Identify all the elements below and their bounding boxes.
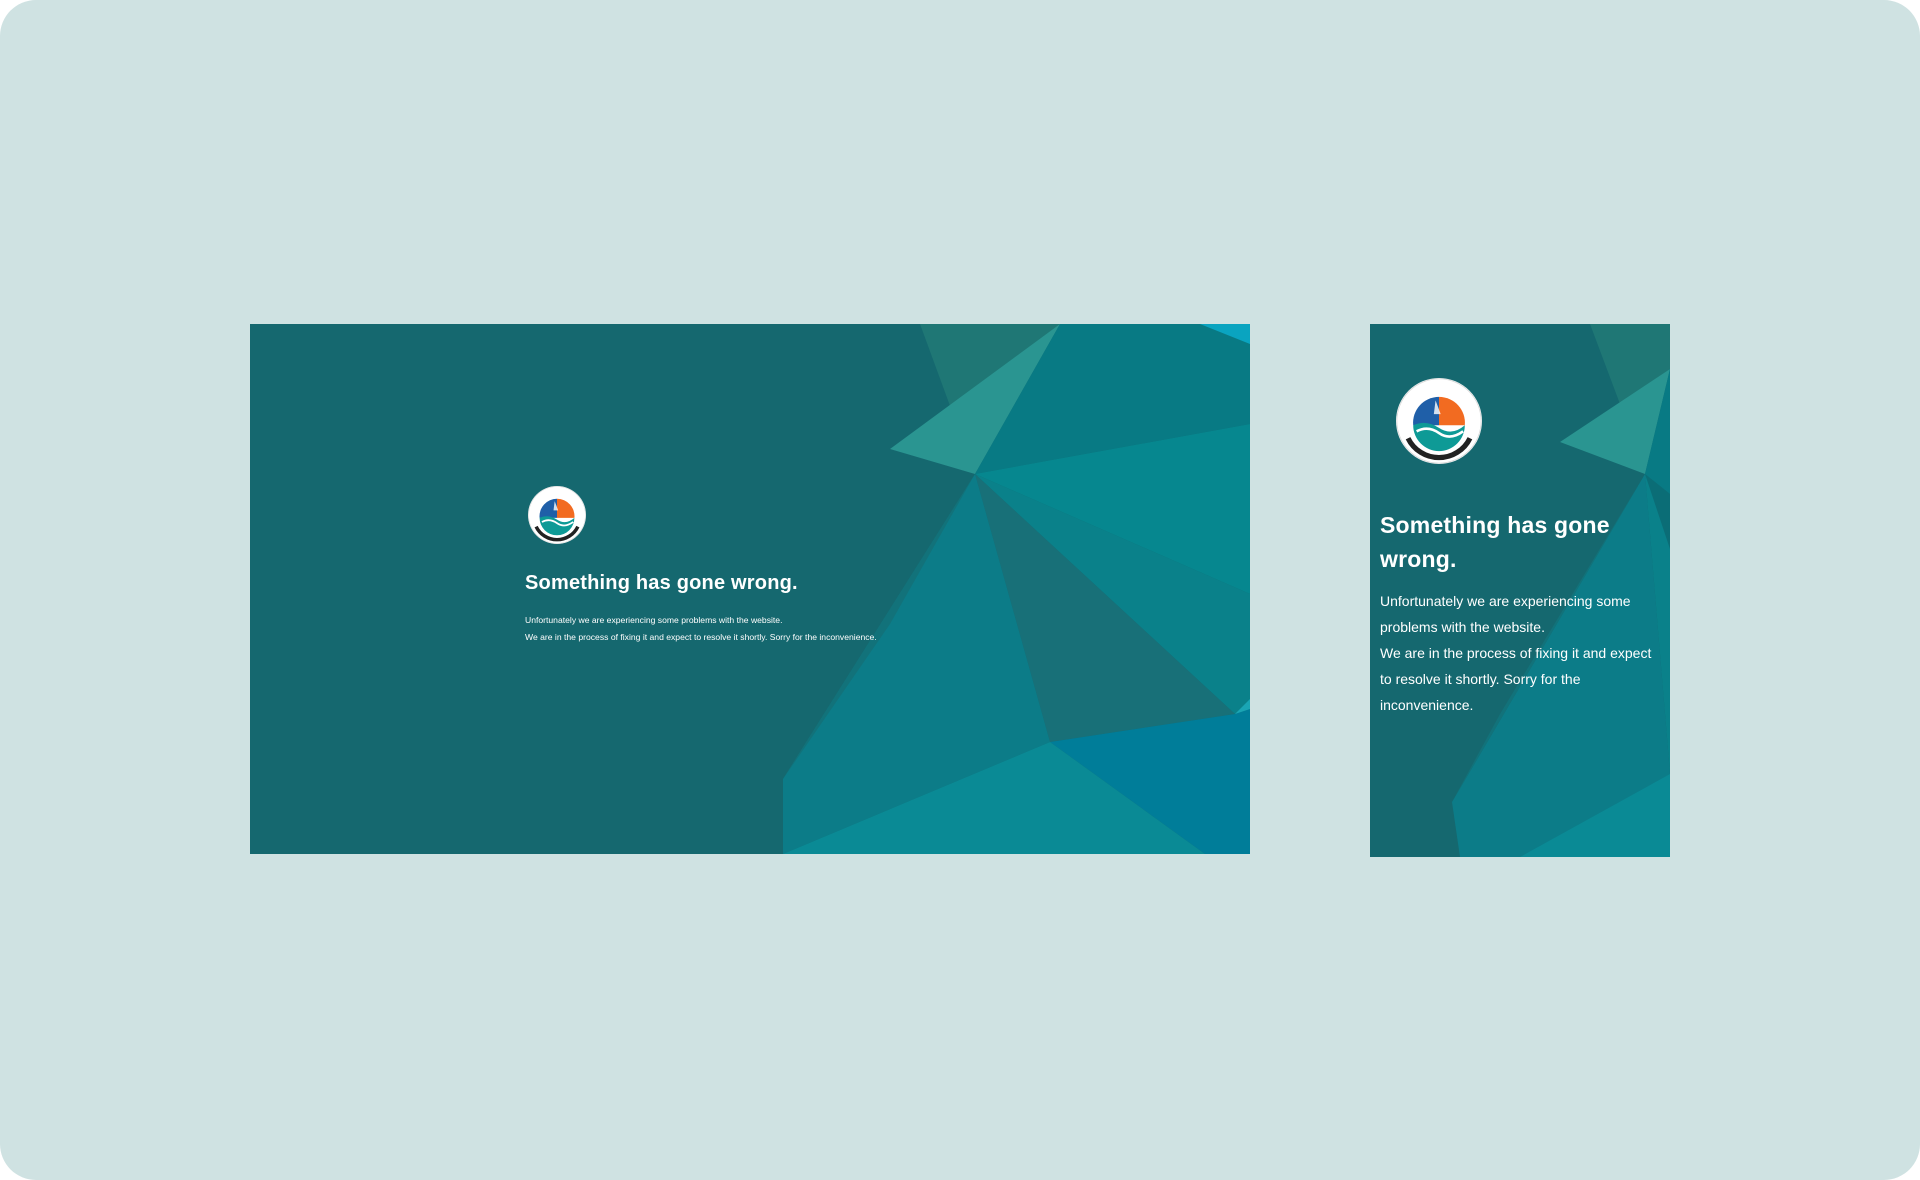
mobile-error-mockup: Something has gone wrong. Unfortunately … [1370, 324, 1670, 857]
error-content: Something has gone wrong. Unfortunately … [1380, 378, 1662, 718]
page-background: Something has gone wrong. Unfortunately … [0, 0, 1920, 1180]
error-message-line-1: Unfortunately we are experiencing some p… [525, 615, 783, 625]
desktop-error-mockup: Something has gone wrong. Unfortunately … [250, 324, 1250, 854]
error-content: Something has gone wrong. Unfortunately … [525, 486, 1005, 646]
error-message: Unfortunately we are experiencing some p… [1380, 588, 1662, 718]
error-title: Something has gone wrong. [1380, 512, 1610, 572]
error-title: Something has gone wrong. [525, 572, 798, 594]
error-message: Unfortunately we are experiencing some p… [525, 612, 1005, 646]
error-message-line-1: Unfortunately we are experiencing some p… [1380, 593, 1631, 635]
city-of-port-phillip-logo-icon [528, 486, 586, 544]
error-message-line-2: We are in the process of fixing it and e… [525, 632, 877, 642]
city-of-port-phillip-logo-icon [1396, 378, 1482, 464]
error-message-line-2: We are in the process of fixing it and e… [1380, 645, 1652, 713]
